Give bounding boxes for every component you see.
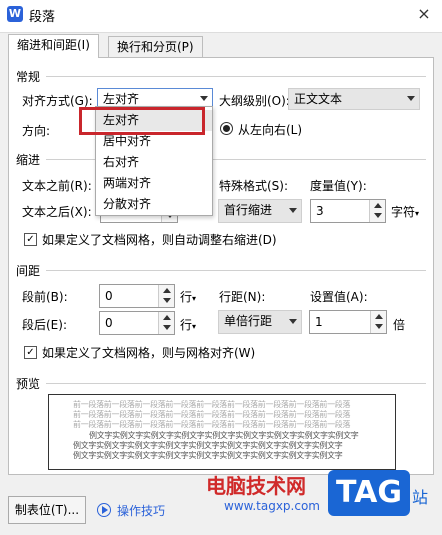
tag-logo: TAG bbox=[328, 470, 410, 516]
measure-unit[interactable]: 字符▾ bbox=[391, 203, 419, 220]
indent-after-label: 文本之后(X): bbox=[22, 205, 92, 219]
chevron-down-icon bbox=[289, 208, 297, 213]
space-after-spinner[interactable]: 0 bbox=[99, 311, 175, 335]
section-spacing-heading: 间距 bbox=[16, 264, 41, 278]
outline-level-label: 大纲级别(O): bbox=[219, 94, 290, 108]
highlight-box bbox=[79, 107, 205, 135]
snap-to-grid-checkbox[interactable]: ✓ bbox=[24, 346, 37, 359]
section-indent-heading: 缩进 bbox=[16, 153, 41, 167]
measure-value: 3 bbox=[316, 204, 324, 218]
preview-box: 前一段落前一段落前一段落前一段落前一段落前一段落前一段落前一段落前一段落 前一段… bbox=[48, 394, 396, 470]
direction-option-label: 从左向右(L) bbox=[238, 123, 303, 137]
direction-label: 方向: bbox=[22, 124, 51, 138]
caret-down-icon: ▾ bbox=[192, 322, 197, 331]
outline-level-select[interactable]: 正文文本 bbox=[288, 88, 420, 110]
caret-down-icon: ▾ bbox=[415, 209, 420, 218]
auto-right-indent-label: 如果定义了文档网格，则自动调整右缩进(D) bbox=[42, 233, 277, 247]
play-circle-icon[interactable] bbox=[97, 503, 111, 517]
set-value-spinner[interactable]: 1 bbox=[309, 310, 387, 334]
arrow-down-icon[interactable] bbox=[163, 298, 171, 303]
special-format-select[interactable]: 首行缩进 bbox=[218, 199, 302, 223]
arrow-up-icon[interactable] bbox=[375, 314, 383, 319]
measure-unit-text: 字符 bbox=[391, 205, 416, 219]
space-before-unit-text: 行 bbox=[180, 290, 193, 304]
set-value-label: 设置值(A): bbox=[310, 290, 368, 304]
special-format-value: 首行缩进 bbox=[224, 203, 273, 217]
arrow-up-icon[interactable] bbox=[163, 288, 171, 293]
divider bbox=[46, 383, 426, 384]
preview-sample-line: 例文字实例文字实例文字实例文字实例文字实例文字实例文字实例文字实例文字 bbox=[73, 451, 343, 460]
measure-label: 度量值(Y): bbox=[310, 179, 367, 193]
direction-radio[interactable] bbox=[220, 122, 233, 135]
dropdown-item-right[interactable]: 右对齐 bbox=[96, 152, 212, 173]
line-spacing-select[interactable]: 单倍行距 bbox=[218, 310, 302, 334]
close-icon[interactable]: × bbox=[412, 3, 436, 25]
watermark-url: www.tagxp.com bbox=[224, 499, 320, 513]
space-before-unit[interactable]: 行▾ bbox=[180, 288, 196, 305]
arrow-down-icon[interactable] bbox=[163, 325, 171, 330]
set-value-unit: 倍 bbox=[393, 318, 406, 332]
arrow-down-icon[interactable] bbox=[374, 213, 382, 218]
section-preview-heading: 预览 bbox=[16, 377, 41, 391]
title-bar: W 段落 × bbox=[0, 0, 442, 32]
arrow-up-icon[interactable] bbox=[163, 315, 171, 320]
watermark-brand: 电脑技术网 bbox=[206, 474, 306, 498]
dropdown-item-distributed[interactable]: 分散对齐 bbox=[96, 194, 212, 215]
snap-to-grid-label: 如果定义了文档网格，则与网格对齐(W) bbox=[42, 346, 256, 360]
special-format-label: 特殊格式(S): bbox=[219, 179, 289, 193]
dialog-title: 段落 bbox=[29, 10, 56, 25]
wps-writer-icon: W bbox=[7, 6, 23, 22]
section-general-heading: 常规 bbox=[16, 70, 41, 84]
tab-indent-spacing[interactable]: 缩进和间距(I) bbox=[8, 34, 99, 58]
space-after-unit[interactable]: 行▾ bbox=[180, 316, 196, 333]
tab-line-page-breaks[interactable]: 换行和分页(P) bbox=[108, 36, 203, 58]
line-spacing-label: 行距(N): bbox=[219, 290, 266, 304]
set-value-value: 1 bbox=[315, 315, 323, 329]
space-before-value: 0 bbox=[105, 289, 113, 303]
tips-link[interactable]: 操作技巧 bbox=[117, 502, 165, 519]
chevron-down-icon bbox=[200, 96, 208, 101]
space-after-unit-text: 行 bbox=[180, 318, 193, 332]
dropdown-item-justify[interactable]: 两端对齐 bbox=[96, 173, 212, 194]
arrow-up-icon[interactable] bbox=[374, 203, 382, 208]
space-before-spinner[interactable]: 0 bbox=[99, 284, 175, 308]
radio-dot bbox=[223, 125, 230, 132]
chevron-down-icon bbox=[407, 96, 415, 101]
watermark-suffix: 站 bbox=[412, 488, 429, 507]
space-after-label: 段后(E): bbox=[22, 318, 67, 332]
space-after-value: 0 bbox=[105, 316, 113, 330]
outline-level-value: 正文文本 bbox=[294, 92, 343, 106]
auto-right-indent-checkbox[interactable]: ✓ bbox=[24, 233, 37, 246]
divider bbox=[46, 76, 426, 77]
divider bbox=[46, 270, 426, 271]
tab-stops-button[interactable]: 制表位(T)... bbox=[8, 496, 86, 524]
caret-down-icon: ▾ bbox=[192, 294, 197, 303]
indent-before-label: 文本之前(R): bbox=[22, 179, 92, 193]
space-before-label: 段前(B): bbox=[22, 290, 68, 304]
chevron-down-icon bbox=[289, 319, 297, 324]
line-spacing-value: 单倍行距 bbox=[224, 314, 273, 328]
arrow-down-icon[interactable] bbox=[375, 324, 383, 329]
preview-prev-line: 前一段落前一段落前一段落前一段落前一段落前一段落前一段落前一段落前一段落 bbox=[73, 420, 351, 429]
alignment-value: 左对齐 bbox=[103, 92, 140, 106]
measure-spinner[interactable]: 3 bbox=[310, 199, 386, 223]
